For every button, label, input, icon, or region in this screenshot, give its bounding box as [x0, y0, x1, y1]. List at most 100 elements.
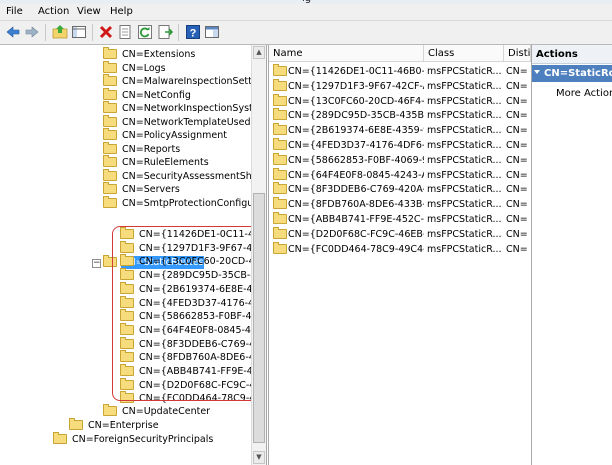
tree-item-label: CN={2B619374-6E8E-435 [139, 283, 265, 295]
folder-icon [120, 364, 134, 376]
menu-help[interactable]: Help [110, 6, 133, 17]
cell-class: msFPCStaticR... [427, 95, 501, 107]
actions-selected-item[interactable]: CN=StaticRout [532, 65, 612, 82]
cell-class: msFPCStaticR... [427, 154, 501, 166]
export-icon[interactable] [157, 24, 173, 40]
folder-icon [103, 60, 117, 73]
table-row[interactable]: CN={ABB4B741-FF9E-452C-9... msFPCStaticR.… [269, 212, 531, 227]
panel-icon[interactable] [204, 24, 220, 40]
cell-name: CN={289DC95D-35CB-435B-... [288, 110, 424, 122]
folder-icon [120, 240, 134, 253]
cell-name: CN={64F4E0F8-0845-4243-A... [288, 169, 424, 181]
refresh-icon[interactable] [137, 24, 153, 40]
toolbar: ? [0, 21, 612, 45]
cell-distinguished-name: CN= [506, 169, 528, 181]
table-row[interactable]: CN={8F3DDEB6-C769-420A-... msFPCStaticR..… [269, 182, 531, 197]
tree-item-label: CN={1297D1F3-9F67-42C [139, 242, 265, 254]
tree-item-label: CN=Reports [122, 143, 181, 155]
scroll-thumb[interactable] [253, 193, 265, 443]
table-row[interactable]: CN={D2D0F68C-FC9C-46EB-... msFPCStaticR..… [269, 226, 531, 242]
folder-icon [103, 47, 117, 59]
cell-name: CN={1297D1F3-9F67-42CF-A... [288, 80, 424, 92]
cell-name: CN={13C0FC60-20CD-46F4-... [288, 95, 424, 107]
table-row[interactable]: CN={58662853-F0BF-4069-9... msFPCStaticR.… [269, 152, 531, 168]
cell-class: msFPCStaticR... [427, 169, 501, 181]
delete-icon[interactable] [98, 24, 114, 40]
cell-distinguished-name: CN= [506, 199, 528, 211]
cell-name: CN={58662853-F0BF-4069-9... [288, 154, 424, 166]
table-row[interactable]: CN={11426DE1-0C11-46B0-A...msFPCStaticR.… [269, 64, 531, 79]
table-row[interactable]: CN={289DC95D-35CB-435B-... msFPCStaticR..… [269, 108, 531, 123]
cell-distinguished-name: CN= [506, 125, 528, 137]
menu-action[interactable]: Action [38, 6, 69, 17]
back-arrow-icon[interactable] [5, 24, 21, 40]
tree-item-label: CN=Servers [122, 184, 180, 195]
up-folder-icon[interactable] [52, 24, 68, 40]
table-row[interactable]: CN={FC0DD464-78C9-49C4-... msFPCStaticR..… [269, 241, 531, 257]
collapse-toggle[interactable]: − [92, 259, 101, 268]
forward-arrow-icon[interactable] [24, 24, 40, 40]
folder-icon [273, 182, 287, 195]
cell-distinguished-name: CN= [506, 80, 528, 92]
cell-name: CN={11426DE1-0C11-46B0-A... [288, 66, 424, 77]
actions-selected-label: CN=StaticRout [544, 68, 612, 79]
cell-distinguished-name: CN= [506, 184, 528, 196]
folder-icon [273, 241, 287, 254]
table-row[interactable]: CN={1297D1F3-9F67-42CF-A... msFPCStaticR.… [269, 78, 531, 94]
tree-item-label: CN=Logs [122, 62, 166, 74]
column-header-distinguished-name[interactable]: Distin [504, 45, 531, 62]
scroll-down-button[interactable]: ▼ [253, 451, 265, 464]
cell-class: msFPCStaticR... [427, 228, 501, 240]
tree-scrollbar[interactable]: ▲ ▼ [251, 45, 266, 465]
folder-icon [273, 108, 287, 121]
folder-icon [120, 295, 134, 308]
actions-pane: Actions CN=StaticRout More Actions [532, 45, 612, 465]
help-icon[interactable]: ? [185, 24, 201, 40]
cell-name: CN={2B619374-6E8E-4359-9... [288, 125, 424, 137]
folder-icon [120, 322, 134, 335]
tree-item-label: CN={ABB4B741-FF9E-452 [139, 366, 265, 377]
cell-class: msFPCStaticR... [427, 125, 501, 137]
cell-class: msFPCStaticR... [427, 184, 501, 196]
table-row[interactable]: CN={4FED3D37-4176-4DF6-... msFPCStaticR..… [269, 138, 531, 153]
scroll-up-button[interactable]: ▲ [253, 46, 265, 59]
properties-icon[interactable] [117, 24, 133, 40]
folder-icon [103, 182, 117, 194]
cell-name: CN={8F3DDEB6-C769-420A-... [288, 184, 424, 196]
tree-item-label: CN=ForeignSecurityPrincipals [72, 434, 214, 445]
table-row[interactable]: CN={2B619374-6E8E-4359-9... msFPCStaticR.… [269, 123, 531, 138]
cell-distinguished-name: CN= [506, 140, 528, 151]
show-hide-tree-icon[interactable] [71, 24, 87, 40]
tree-item-label: CN={13C0FC60-20CD-46F [139, 256, 267, 268]
folder-icon [103, 114, 117, 127]
cell-class: msFPCStaticR... [427, 66, 501, 77]
column-header-class[interactable]: Class [424, 45, 504, 62]
cell-distinguished-name: CN= [506, 214, 528, 225]
tree-item-label: CN={D2D0F68C-FC9C-46E [139, 379, 267, 391]
folder-icon [273, 138, 287, 150]
folder-icon [273, 123, 287, 136]
folder-icon [273, 64, 287, 76]
tree-item-label: CN=PolicyAssignment [122, 130, 227, 141]
tree-pane[interactable]: CN=Extensions CN=Logs CN=MalwareInspection… [0, 45, 267, 465]
table-row[interactable]: CN={8FDB760A-8DE6-433B-... msFPCStaticR..… [269, 197, 531, 212]
cell-class: msFPCStaticR... [427, 80, 501, 92]
tree-item-label: CN=RuleElements [122, 157, 209, 168]
column-header-name[interactable]: Name [269, 45, 424, 62]
menu-view[interactable]: View [77, 6, 101, 17]
folder-icon [103, 404, 117, 416]
cell-distinguished-name: CN= [506, 110, 528, 122]
folder-icon [273, 167, 287, 180]
more-actions-link[interactable]: More Actions [556, 88, 612, 99]
tree-item-label: CN=NetworkInspectionSystem [122, 103, 267, 114]
table-row[interactable]: CN={64F4E0F8-0845-4243-A... msFPCStaticR.… [269, 167, 531, 183]
cell-name: CN={8FDB760A-8DE6-433B-... [288, 199, 424, 211]
menu-file[interactable]: File [6, 6, 23, 17]
collapse-triangle-icon [534, 70, 540, 74]
folder-icon [103, 87, 117, 100]
folder-icon [103, 168, 117, 181]
table-row[interactable]: CN={13C0FC60-20CD-46F4-... msFPCStaticR..… [269, 93, 531, 109]
cell-class: msFPCStaticR... [427, 214, 501, 225]
folder-icon [120, 268, 134, 281]
menu-bar: File Action View Help [0, 4, 612, 21]
